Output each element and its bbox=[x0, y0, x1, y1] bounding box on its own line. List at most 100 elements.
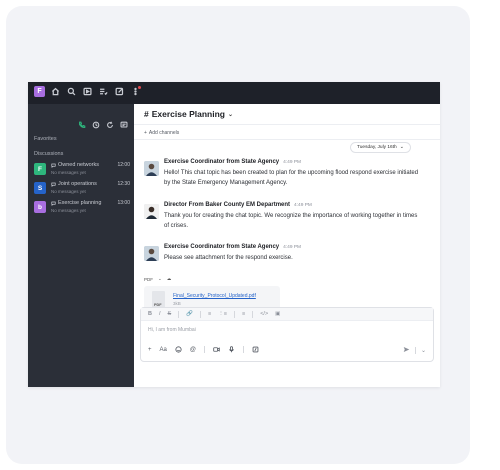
top-icon-row: F bbox=[34, 86, 141, 97]
message-header: Director From Baker County EM Department… bbox=[164, 202, 312, 208]
message-text: Thank you for creating the chat topic. W… bbox=[164, 213, 418, 229]
video-icon[interactable] bbox=[213, 346, 220, 353]
link-icon[interactable]: 🔗 bbox=[186, 311, 193, 317]
download-icon[interactable]: ☁ bbox=[167, 276, 172, 282]
sidebar-item-label: Joint operations bbox=[58, 181, 97, 187]
formatting-toolbar: B I S 🔗 ≡ ⋮≡ ≡ </> ▣ bbox=[141, 308, 433, 321]
pdf-file-icon: PDF bbox=[152, 291, 165, 308]
message-author[interactable]: Exercise Coordinator from State Agency bbox=[164, 244, 279, 250]
channel-title-text: Exercise Planning bbox=[151, 109, 225, 119]
ordered-list-icon[interactable]: ≡ bbox=[208, 311, 211, 317]
message: Director From Baker County EM Department… bbox=[144, 202, 434, 237]
divider bbox=[200, 310, 202, 318]
home-icon[interactable] bbox=[50, 86, 61, 97]
chat-bubble-icon bbox=[51, 163, 56, 168]
channel-header: # Exercise Planning ⌄ bbox=[134, 104, 440, 125]
message-time: 4:49 PM bbox=[283, 245, 302, 250]
strikethrough-icon[interactable]: S bbox=[168, 311, 172, 317]
chat-bubble-icon bbox=[51, 182, 56, 187]
date-selector[interactable]: Tuesday, July 16th ⌄ bbox=[350, 142, 411, 153]
message-time: 4:49 PM bbox=[283, 160, 302, 165]
add-channels-label: Add channels bbox=[148, 130, 180, 136]
chevron-down-icon: ⌄ bbox=[227, 111, 233, 118]
sidebar-item-time: 12:30 bbox=[117, 181, 130, 187]
refresh-icon[interactable] bbox=[106, 116, 114, 134]
list-check-icon[interactable] bbox=[98, 86, 109, 97]
sidebar-item-preview: No messages yet bbox=[51, 208, 86, 213]
send-icon[interactable] bbox=[403, 346, 410, 355]
search-icon[interactable] bbox=[66, 86, 77, 97]
play-icon[interactable] bbox=[82, 86, 93, 97]
plus-icon[interactable]: + bbox=[148, 347, 152, 353]
divider bbox=[242, 346, 244, 353]
message-time: 4:49 PM bbox=[294, 203, 312, 208]
emoji-icon[interactable] bbox=[175, 346, 182, 353]
add-channels-button[interactable]: + Add channels bbox=[144, 130, 179, 136]
microphone-icon[interactable] bbox=[228, 346, 235, 353]
bullet-list-icon[interactable]: ⋮≡ bbox=[218, 311, 227, 317]
divider bbox=[178, 310, 180, 318]
history-icon[interactable] bbox=[92, 116, 100, 134]
bold-icon[interactable]: B bbox=[148, 311, 152, 317]
divider bbox=[252, 310, 254, 318]
avatar: S bbox=[34, 182, 46, 194]
attachment-size: 3kB bbox=[173, 301, 181, 306]
message-text: Hello! This chat topic has been created … bbox=[164, 170, 419, 186]
sidebar-item-label: Exercise planning bbox=[58, 200, 102, 206]
mention-icon[interactable]: @ bbox=[190, 347, 196, 353]
chevron-down-icon: ⌄ bbox=[399, 145, 404, 150]
send-controls: ⌄ bbox=[403, 346, 426, 355]
phone-icon[interactable] bbox=[78, 116, 86, 134]
channel-title[interactable]: # Exercise Planning ⌄ bbox=[144, 109, 233, 119]
user-avatar[interactable] bbox=[144, 204, 159, 219]
divider bbox=[134, 139, 440, 140]
compose-icon[interactable] bbox=[120, 116, 128, 134]
message-author[interactable]: Exercise Coordinator from State Agency bbox=[164, 159, 279, 165]
message-input[interactable]: Hi, I am from Mumbai bbox=[148, 327, 196, 333]
more-icon[interactable] bbox=[130, 86, 141, 97]
sidebar-item-preview: No messages yet bbox=[51, 189, 86, 194]
user-avatar[interactable] bbox=[144, 246, 159, 261]
workspace-badge[interactable]: F bbox=[34, 86, 45, 97]
message-text: Please see attachment for the respond ex… bbox=[164, 255, 293, 261]
sidebar: Favorites Discussions F Owned networks N… bbox=[28, 104, 134, 387]
message-header: Exercise Coordinator from State Agency 4… bbox=[164, 159, 301, 165]
avatar: F bbox=[34, 163, 46, 175]
sidebar-item-name: Joint operations bbox=[51, 181, 97, 187]
edit-icon[interactable] bbox=[114, 86, 125, 97]
attachment-meta: PDF ⌄ ☁ bbox=[144, 276, 171, 282]
italic-icon[interactable]: I bbox=[159, 311, 161, 317]
text-format-icon[interactable]: Aa bbox=[160, 347, 167, 353]
sidebar-item-exercise-planning[interactable]: b Exercise planning No messages yet 13:0… bbox=[34, 200, 130, 217]
divider bbox=[203, 346, 205, 353]
plus-icon: + bbox=[144, 130, 147, 136]
divider bbox=[414, 347, 416, 354]
user-avatar[interactable] bbox=[144, 161, 159, 176]
chevron-down-icon[interactable]: ⌄ bbox=[158, 276, 162, 282]
chevron-down-icon[interactable]: ⌄ bbox=[421, 347, 426, 354]
divider bbox=[233, 310, 235, 318]
sidebar-actions bbox=[78, 116, 128, 134]
notification-dot bbox=[138, 86, 141, 89]
code-block-icon[interactable]: ▣ bbox=[275, 311, 280, 317]
sidebar-item-name: Owned networks bbox=[51, 162, 99, 168]
sidebar-item-joint-operations[interactable]: S Joint operations No messages yet 12:30 bbox=[34, 181, 130, 198]
block-quote-icon[interactable]: ≡ bbox=[242, 311, 245, 317]
chat-bubble-icon bbox=[51, 201, 56, 206]
chat-app-window: F Favorites Discussions F Owned networks… bbox=[28, 82, 440, 387]
sidebar-item-time: 12:00 bbox=[117, 162, 130, 168]
favorites-label[interactable]: Favorites bbox=[34, 136, 57, 142]
sidebar-item-owned-networks[interactable]: F Owned networks No messages yet 12:00 bbox=[34, 162, 130, 179]
discussions-label[interactable]: Discussions bbox=[34, 151, 63, 157]
sidebar-item-label: Owned networks bbox=[58, 162, 99, 168]
hash-icon: # bbox=[144, 109, 149, 119]
slash-command-icon[interactable] bbox=[252, 346, 259, 353]
sidebar-item-time: 13:00 bbox=[117, 200, 130, 206]
attachment-type: PDF bbox=[144, 276, 153, 282]
code-icon[interactable]: </> bbox=[260, 311, 268, 317]
sidebar-item-preview: No messages yet bbox=[51, 170, 86, 175]
attachment-filename[interactable]: Final_Security_Protocol_Updated.pdf bbox=[173, 293, 256, 299]
chat-main: # Exercise Planning ⌄ + Add channels Tue… bbox=[134, 104, 440, 387]
message-author[interactable]: Director From Baker County EM Department bbox=[164, 202, 290, 208]
message: Exercise Coordinator from State Agency 4… bbox=[144, 244, 434, 269]
